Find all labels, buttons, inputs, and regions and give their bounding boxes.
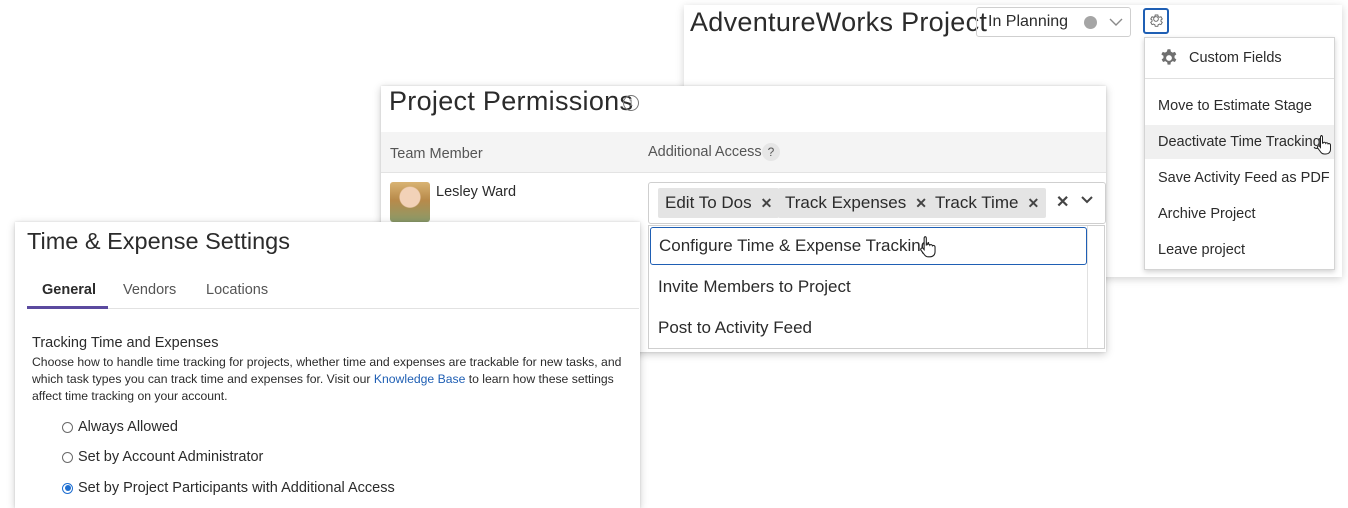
remove-tag-icon[interactable]: ✕ bbox=[1027, 195, 1039, 212]
info-icon[interactable]: i bbox=[623, 95, 639, 111]
radio-set-by-project-participants[interactable]: Set by Project Participants with Additio… bbox=[62, 480, 395, 496]
status-dot-icon bbox=[1084, 15, 1098, 29]
remove-tag-icon[interactable]: ✕ bbox=[761, 195, 773, 212]
knowledge-base-link[interactable]: Knowledge Base bbox=[374, 372, 465, 386]
tab-general[interactable]: General bbox=[42, 282, 96, 298]
option-configure-time-expense[interactable]: Configure Time & Expense Tracking bbox=[650, 227, 1087, 265]
project-settings-menu: Custom Fields Move to Estimate Stage Dea… bbox=[1144, 37, 1335, 270]
radio-label: Always Allowed bbox=[78, 419, 178, 435]
project-title: AdventureWorks Project bbox=[690, 7, 988, 37]
menu-item-custom-fields[interactable]: Custom Fields bbox=[1145, 38, 1334, 79]
settings-tabs: General Vendors Locations bbox=[27, 282, 639, 309]
access-tag-label: Edit To Dos bbox=[665, 193, 752, 212]
member-name: Lesley Ward bbox=[436, 184, 517, 200]
tab-locations[interactable]: Locations bbox=[206, 282, 268, 298]
project-settings-gear-button[interactable] bbox=[1143, 8, 1169, 34]
access-tag: Track Time ✕ bbox=[928, 188, 1047, 218]
settings-title: Time & Expense Settings bbox=[27, 228, 290, 254]
option-post-activity-feed[interactable]: Post to Activity Feed bbox=[650, 309, 1087, 347]
hand-cursor-icon bbox=[1316, 135, 1331, 155]
chevron-down-icon bbox=[1109, 15, 1123, 29]
menu-item-leave-project[interactable]: Leave project bbox=[1145, 233, 1334, 267]
menu-item-move-to-estimate[interactable]: Move to Estimate Stage bbox=[1145, 89, 1334, 123]
avatar bbox=[390, 182, 430, 222]
access-tag-label: Track Expenses bbox=[785, 193, 907, 212]
access-tag: Edit To Dos ✕ bbox=[658, 188, 780, 218]
gear-icon bbox=[1150, 14, 1163, 27]
access-options-dropdown: Configure Time & Expense Tracking Invite… bbox=[648, 225, 1105, 349]
tab-vendors[interactable]: Vendors bbox=[123, 282, 176, 298]
project-status-select[interactable]: In Planning bbox=[976, 7, 1131, 37]
gear-icon bbox=[1161, 49, 1177, 65]
permissions-title: Project Permissions bbox=[389, 86, 634, 116]
hand-cursor-icon bbox=[920, 236, 936, 258]
radio-always-allowed[interactable]: Always Allowed bbox=[62, 419, 178, 435]
menu-item-save-activity-feed-pdf[interactable]: Save Activity Feed as PDF bbox=[1145, 161, 1334, 195]
radio-label: Set by Project Participants with Additio… bbox=[78, 480, 395, 496]
active-tab-indicator bbox=[27, 306, 108, 309]
section-heading: Tracking Time and Expenses bbox=[32, 335, 219, 351]
remove-tag-icon[interactable]: ✕ bbox=[915, 195, 927, 212]
help-icon[interactable]: ? bbox=[762, 143, 780, 161]
radio-button-selected[interactable] bbox=[62, 482, 73, 494]
project-status-value: In Planning bbox=[988, 13, 1069, 30]
time-expense-settings-panel: Time & Expense Settings General Vendors … bbox=[15, 222, 640, 508]
radio-button[interactable] bbox=[62, 451, 73, 463]
column-header-additional-access: Additional Access bbox=[648, 144, 762, 160]
dropdown-scrollbar[interactable] bbox=[1087, 226, 1104, 348]
option-invite-members[interactable]: Invite Members to Project bbox=[650, 268, 1087, 306]
radio-label: Set by Account Administrator bbox=[78, 449, 264, 465]
custom-fields-label: Custom Fields bbox=[1189, 50, 1282, 66]
clear-all-icon[interactable]: ✕ bbox=[1056, 192, 1069, 212]
additional-access-multiselect[interactable]: Edit To Dos ✕ Track Expenses ✕ Track Tim… bbox=[648, 182, 1106, 224]
access-tag-label: Track Time bbox=[935, 193, 1019, 212]
menu-item-deactivate-time-tracking[interactable]: Deactivate Time Tracking bbox=[1145, 125, 1334, 159]
column-header-team-member: Team Member bbox=[390, 146, 483, 162]
section-description: Choose how to handle time tracking for p… bbox=[32, 354, 637, 405]
radio-button[interactable] bbox=[62, 421, 73, 433]
menu-item-archive-project[interactable]: Archive Project bbox=[1145, 197, 1334, 231]
radio-set-by-account-admin[interactable]: Set by Account Administrator bbox=[62, 449, 263, 465]
chevron-down-icon[interactable] bbox=[1081, 192, 1093, 207]
access-tag: Track Expenses ✕ bbox=[778, 188, 934, 218]
